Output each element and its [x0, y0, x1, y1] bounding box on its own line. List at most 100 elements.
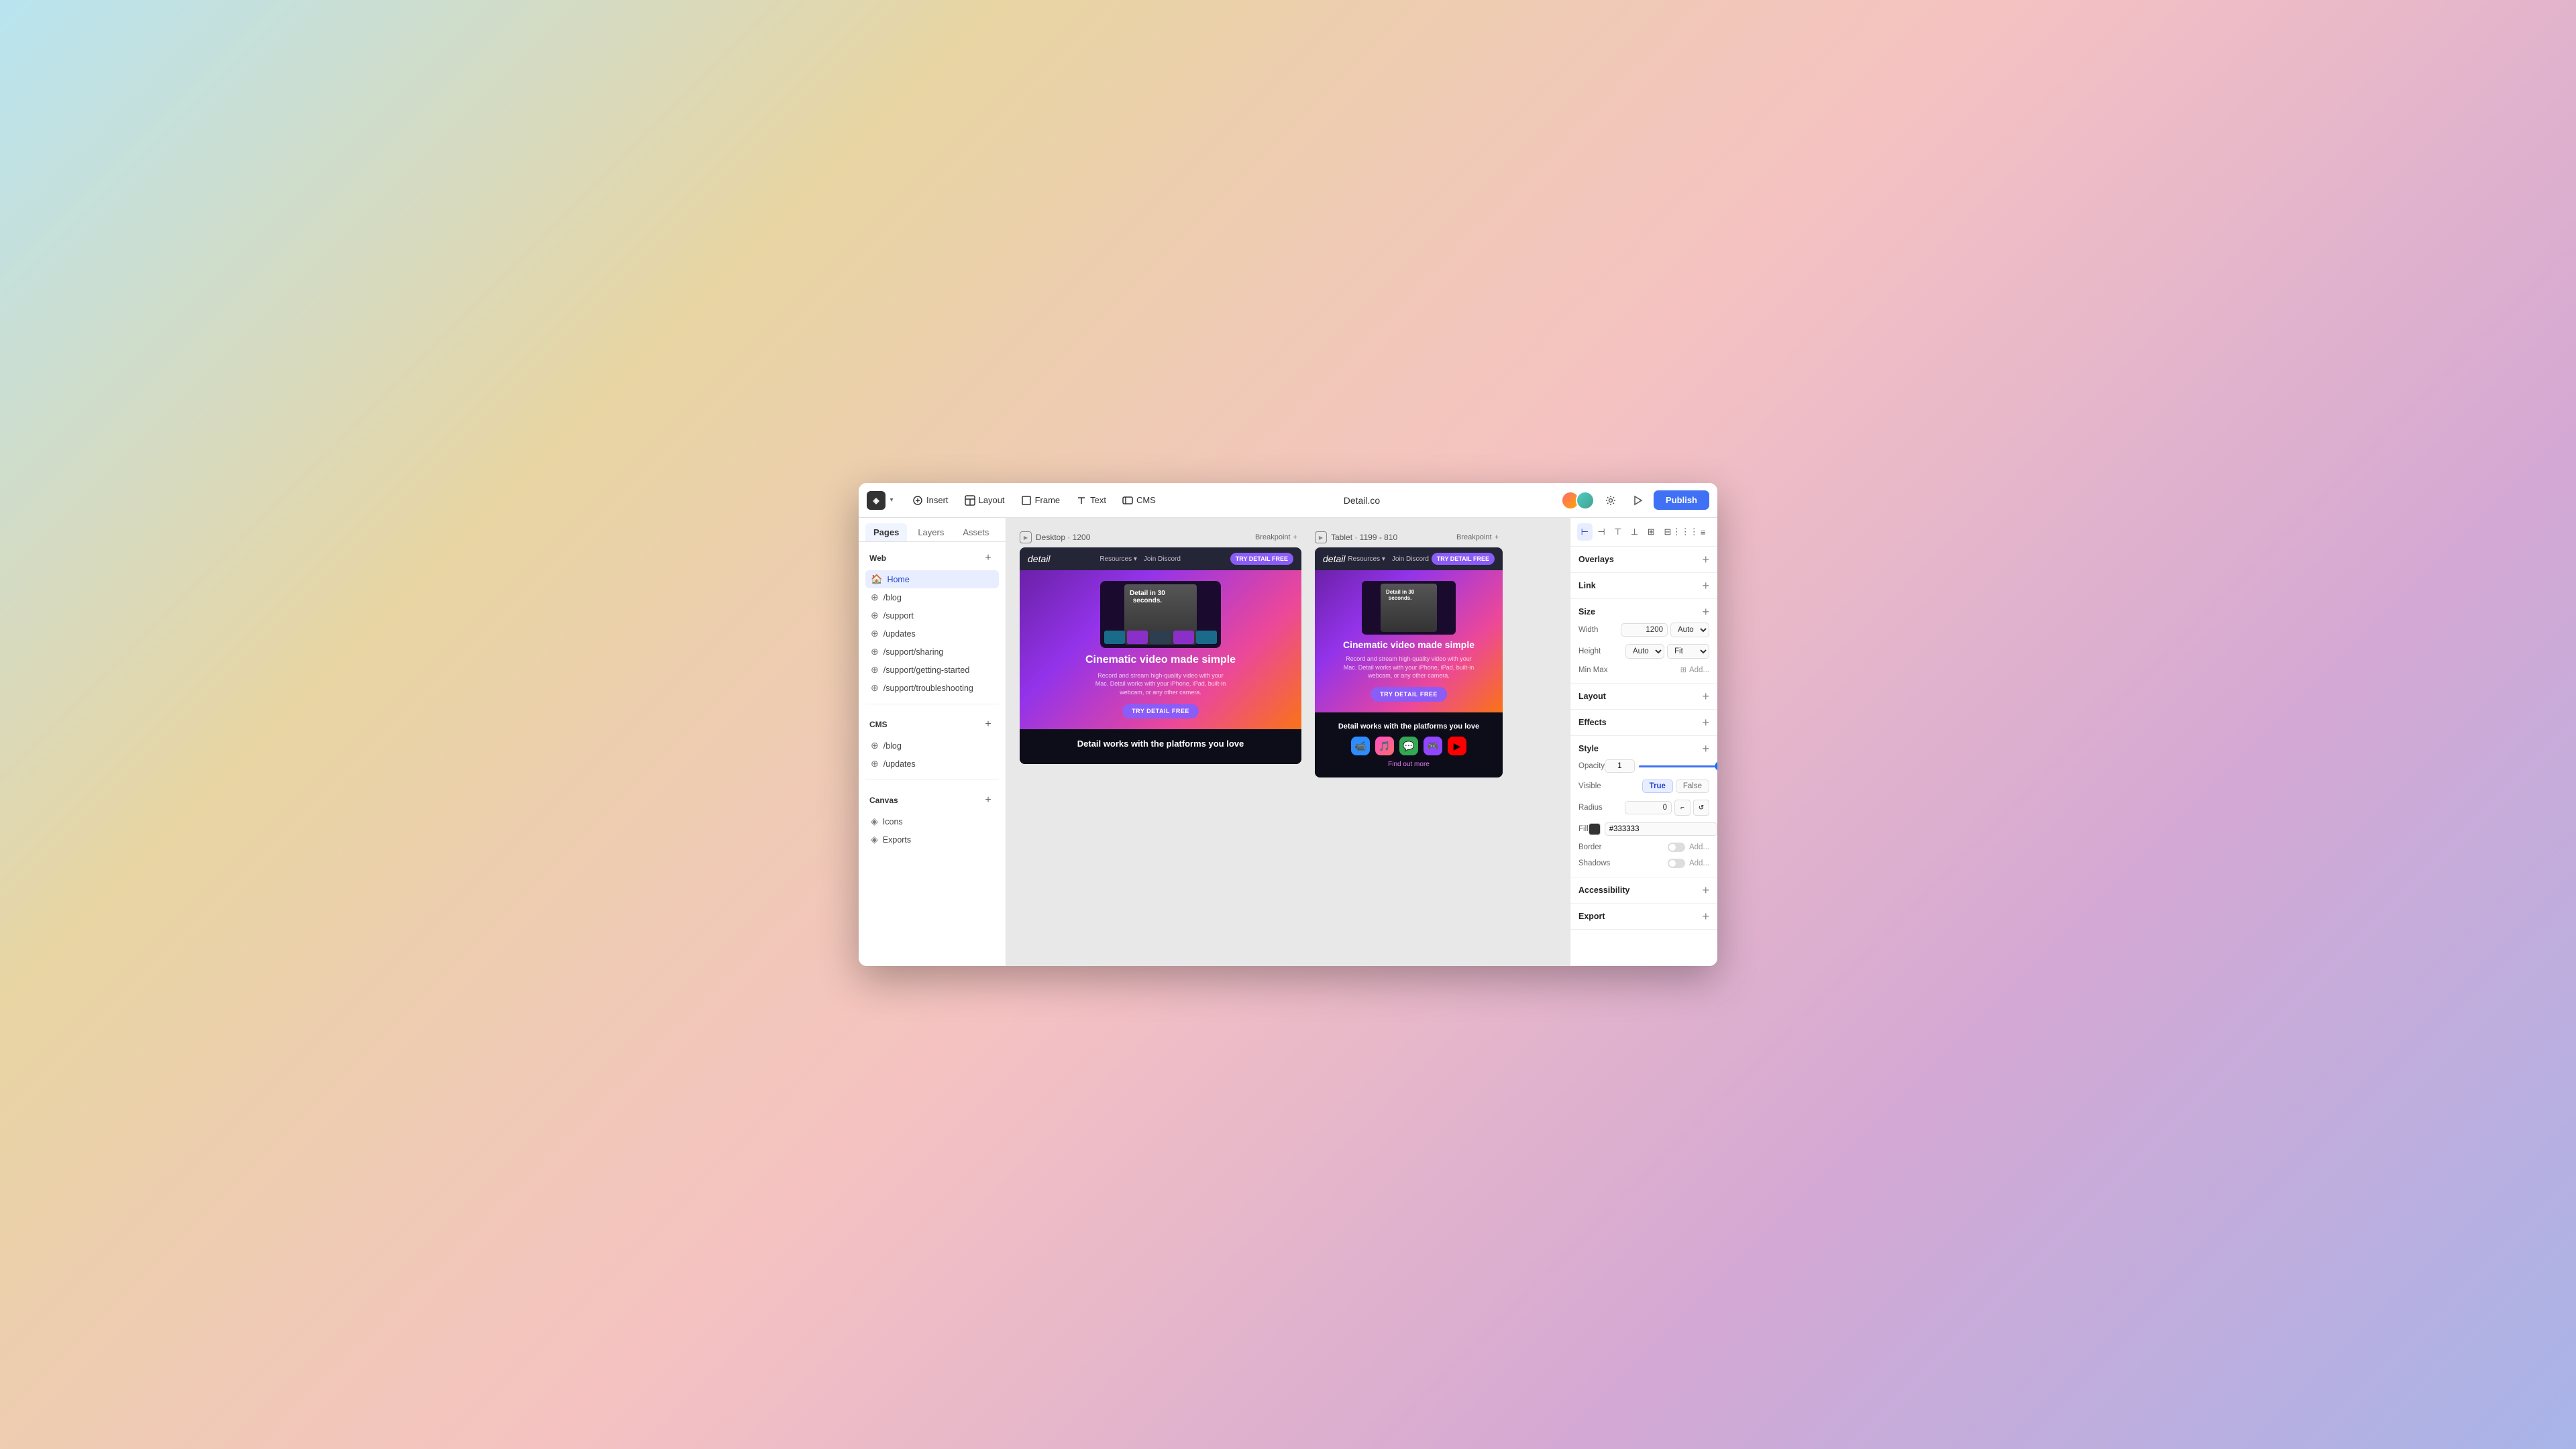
tab-layers[interactable]: Layers [910, 523, 952, 541]
sidebar-item-troubleshooting[interactable]: ⊕ /support/troubleshooting [865, 679, 999, 697]
sidebar-item-exports[interactable]: ◈ Exports [865, 830, 999, 849]
export-header[interactable]: Export + [1578, 909, 1709, 924]
tablet-cta-main[interactable]: TRY DETAIL FREE [1371, 687, 1447, 702]
visible-false-btn[interactable]: False [1676, 780, 1709, 793]
align-center-h-btn[interactable]: ⊣ [1594, 523, 1609, 541]
distribute-h-btn[interactable]: ⋮⋮⋮ [1676, 523, 1694, 541]
opacity-input[interactable] [1605, 759, 1635, 773]
effects-header[interactable]: Effects + [1578, 715, 1709, 730]
fill-swatch[interactable] [1589, 823, 1601, 835]
desktop-cta-nav[interactable]: TRY DETAIL FREE [1230, 553, 1293, 565]
canvas-add-button[interactable]: + [981, 794, 995, 807]
tablet-cta-nav[interactable]: TRY DETAIL FREE [1432, 553, 1495, 565]
preview-icon [1632, 495, 1643, 506]
effects-add-btn[interactable]: + [1702, 716, 1709, 729]
desktop-preview[interactable]: detail Resources ▾ Join Discord TRY DETA… [1020, 547, 1301, 764]
cms-add-button[interactable]: + [981, 718, 995, 731]
sidebar-item-support[interactable]: ⊕ /support [865, 606, 999, 625]
tab-pages[interactable]: Pages [865, 523, 907, 541]
desktop-hero: Detail in 30seconds. Cine [1020, 570, 1301, 729]
height-value-select[interactable]: Auto px [1625, 644, 1664, 659]
zoom-icon: 📹 [1351, 737, 1370, 755]
radius-all-btn[interactable]: ↺ [1693, 800, 1709, 816]
visible-row: Visible True False [1578, 776, 1709, 796]
style-add-btn[interactable]: + [1702, 743, 1709, 755]
size-header[interactable]: Size + [1578, 604, 1709, 619]
style-header[interactable]: Style + [1578, 741, 1709, 756]
sidebar-item-cms-updates[interactable]: ⊕ /updates [865, 755, 999, 773]
shadow-toggle[interactable] [1668, 859, 1685, 868]
insert-icon [912, 495, 923, 506]
overlays-add-btn[interactable]: + [1702, 553, 1709, 566]
frame-button[interactable]: Frame [1014, 492, 1067, 509]
sidebar-item-updates[interactable]: ⊕ /updates [865, 625, 999, 643]
tablet-breakpoint-add-icon: + [1495, 533, 1499, 541]
accessibility-add-btn[interactable]: + [1702, 884, 1709, 896]
border-toggle[interactable] [1668, 843, 1685, 852]
sidebar-item-cms-blog[interactable]: ⊕ /blog [865, 737, 999, 755]
getting-started-icon: ⊕ [871, 664, 879, 676]
accessibility-header[interactable]: Accessibility + [1578, 883, 1709, 898]
find-out-link[interactable]: Find out more [1323, 761, 1495, 768]
tablet-preview[interactable]: detail Resources ▾ Join Discord TRY DETA… [1315, 547, 1503, 777]
link-add-btn[interactable]: + [1702, 580, 1709, 592]
desktop-cta-main[interactable]: TRY DETAIL FREE [1122, 704, 1199, 718]
canvas-section: Canvas + ◈ Icons ◈ Exports [859, 784, 1006, 851]
spotify-icon: 🎵 [1375, 737, 1394, 755]
sidebar-item-home[interactable]: 🏠 Home [865, 570, 999, 588]
width-unit-select[interactable]: Auto px % [1670, 623, 1709, 637]
opacity-row: Opacity [1578, 756, 1709, 776]
layout-add-btn[interactable]: + [1702, 690, 1709, 702]
preview-button[interactable] [1627, 490, 1648, 511]
align-top-btn[interactable]: ⊥ [1627, 523, 1642, 541]
shadow-add-link[interactable]: Add... [1689, 859, 1709, 867]
link-header[interactable]: Link + [1578, 578, 1709, 593]
tablet-platforms-section: Detail works with the platforms you love… [1315, 712, 1503, 777]
sidebar-item-support-sharing[interactable]: ⊕ /support/sharing [865, 643, 999, 661]
width-input[interactable] [1621, 623, 1668, 637]
size-add-btn[interactable]: + [1702, 606, 1709, 618]
logo-dropdown-icon[interactable]: ▾ [885, 494, 898, 506]
web-add-button[interactable]: + [981, 551, 995, 565]
radius-input[interactable] [1625, 801, 1672, 814]
align-center-v-btn[interactable]: ⊞ [1644, 523, 1659, 541]
visible-true-btn[interactable]: True [1642, 780, 1673, 793]
tab-assets[interactable]: Assets [955, 523, 997, 541]
align-right-btn[interactable]: ⊤ [1610, 523, 1625, 541]
troubleshooting-icon: ⊕ [871, 682, 879, 694]
text-label: Text [1090, 495, 1106, 505]
desktop-frame-label: ▶ Desktop · 1200 [1020, 531, 1090, 543]
export-add-btn[interactable]: + [1702, 910, 1709, 922]
tablet-hero-heading: Cinematic video made simple [1343, 639, 1474, 651]
app-logo-icon[interactable]: ◈ [867, 491, 885, 510]
align-left-btn[interactable]: ⊢ [1577, 523, 1593, 541]
canvas-area[interactable]: ▶ Desktop · 1200 Breakpoint + detail Re [1006, 518, 1570, 966]
app-title: Detail.co [1165, 495, 1558, 506]
radius-corner-btn[interactable]: ⌐ [1674, 800, 1690, 816]
cms-button[interactable]: CMS [1116, 492, 1163, 509]
tablet-breakpoint-btn[interactable]: Breakpoint + [1452, 531, 1503, 543]
blog-label: /blog [883, 593, 902, 602]
sidebar-item-getting-started[interactable]: ⊕ /support/getting-started [865, 661, 999, 679]
tablet-play-icon[interactable]: ▶ [1315, 531, 1327, 543]
fill-color-input[interactable] [1605, 822, 1717, 836]
minmax-add-link[interactable]: Add... [1689, 666, 1709, 674]
opacity-controls [1605, 759, 1717, 773]
desktop-breakpoint-btn[interactable]: Breakpoint + [1251, 531, 1301, 543]
sidebar-item-icons[interactable]: ◈ Icons [865, 812, 999, 830]
layout-button[interactable]: Layout [958, 492, 1012, 509]
overlays-section: Overlays + [1570, 547, 1717, 573]
sidebar-item-blog[interactable]: ⊕ /blog [865, 588, 999, 606]
distribute-v-btn[interactable]: ≡ [1695, 523, 1711, 541]
opacity-slider[interactable] [1639, 765, 1717, 767]
insert-button[interactable]: Insert [906, 492, 955, 509]
border-add-link[interactable]: Add... [1689, 843, 1709, 851]
exports-icon: ◈ [871, 834, 878, 845]
overlays-header[interactable]: Overlays + [1578, 552, 1709, 567]
layout-header[interactable]: Layout + [1578, 689, 1709, 704]
publish-button[interactable]: Publish [1654, 490, 1709, 510]
text-button[interactable]: Text [1069, 492, 1113, 509]
settings-button[interactable] [1600, 490, 1621, 511]
desktop-play-icon[interactable]: ▶ [1020, 531, 1032, 543]
height-unit-select[interactable]: Fit Fill Fixed [1667, 644, 1709, 659]
